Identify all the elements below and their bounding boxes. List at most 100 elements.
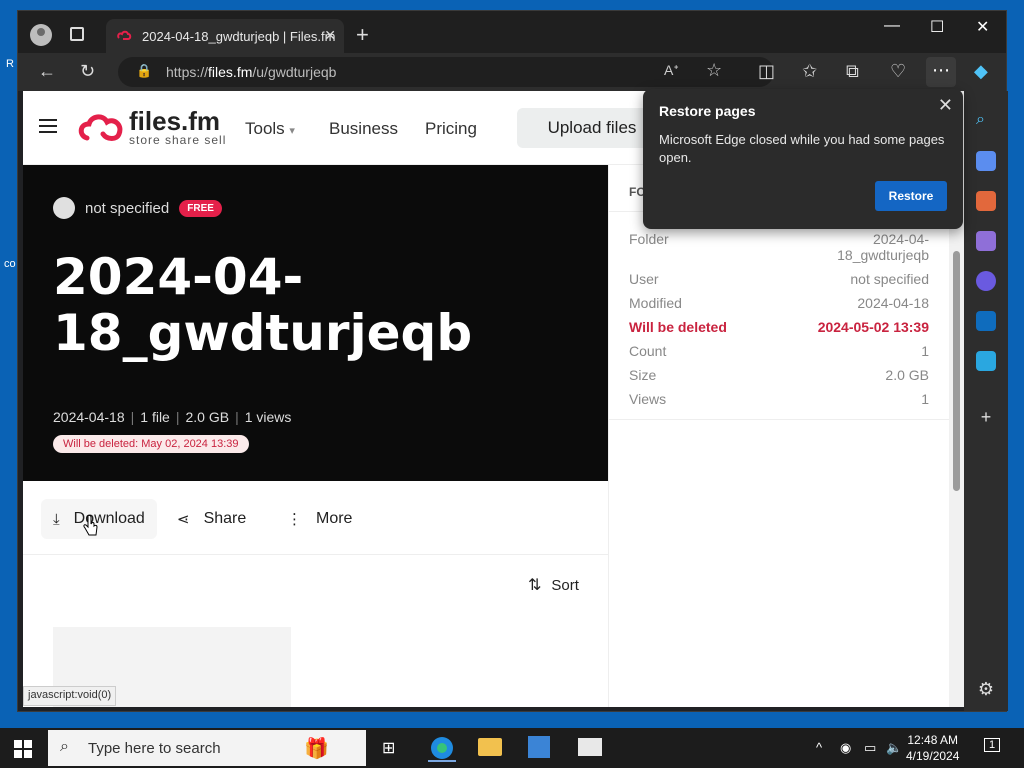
add-icon[interactable]: + [976,407,996,427]
search-icon: ⌕ [60,738,69,755]
active-tab[interactable]: 2024-04-18_gwdturjeqb | Files.fm ✕ [106,19,344,53]
tab-actions-icon[interactable] [70,27,84,41]
mail-icon[interactable] [578,738,602,756]
volume-icon[interactable]: 🔈 [886,740,902,756]
meta-views: 1 views [244,409,292,425]
clock-time: 12:48 AM [907,733,959,747]
shopping-icon[interactable] [976,151,996,171]
sort-button[interactable]: ⇅ Sort [528,575,579,595]
logo-name: files.fm [129,106,221,136]
sort-label: Sort [551,576,579,594]
detail-value: 2024-04-18_gwdturjeqb [837,231,929,263]
hand-cursor-icon [83,515,98,536]
owner-name[interactable]: not specified [85,200,169,217]
detail-row-delete-date: Will be deleted 2024-05-02 13:39 [629,319,929,335]
restore-pages-popup: Restore pages ✕ Microsoft Edge closed wh… [643,89,963,229]
free-badge: FREE [179,199,222,217]
detail-value: 2024-04-18 [857,295,929,311]
detail-label: User [629,271,659,287]
drop-icon[interactable] [976,351,996,371]
split-screen-icon[interactable]: ◫ [758,61,775,82]
taskbar-search-box[interactable]: ⌕ Type here to search 🎁 [48,730,366,766]
folder-meta: 2024-04-18 | 1 file | 2.0 GB | 1 views [53,409,292,425]
collections-icon[interactable]: ⧉ [846,61,859,82]
tools-icon[interactable] [976,191,996,211]
search-placeholder: Type here to search [88,739,221,757]
read-aloud-icon[interactable]: Aᐩ [664,62,679,79]
detail-value: not specified [850,271,929,287]
settings-more-button[interactable]: ⋯ [926,57,956,87]
detail-label: Size [629,367,657,383]
minimize-icon[interactable]: — [884,17,900,35]
desktop-icon-label[interactable]: R [6,58,14,70]
detail-label: Folder [629,231,669,247]
new-tab-icon[interactable]: + [356,22,369,48]
detail-row-size: Size 2.0 GB [629,367,929,383]
files-fm-logo[interactable]: files.fm store share sell [77,106,226,147]
outlook-icon[interactable] [976,311,996,331]
divider [609,419,949,420]
close-tab-icon[interactable]: ✕ [324,27,336,44]
file-explorer-icon[interactable] [478,738,502,756]
nav-business[interactable]: Business [329,119,398,139]
store-icon[interactable] [528,736,550,758]
meta-files: 1 file [140,409,170,425]
scrollbar-thumb[interactable] [953,251,960,491]
nav-pricing[interactable]: Pricing [425,119,477,139]
windows-taskbar: ⌕ Type here to search 🎁 ⊞ ^ ◉ ▭ 🔈 12:48 … [0,728,1024,768]
more-label: More [316,510,353,527]
task-view-icon[interactable]: ⊞ [382,738,395,758]
windows-start-icon[interactable] [14,740,32,758]
maximize-icon[interactable]: ☐ [930,17,944,37]
browser-toolbar: ← ↻ 🔒 https://files.fm/u/gwdturjeqb Aᐩ ☆… [18,53,1006,91]
favorites-icon[interactable]: ✩ [802,61,817,82]
detail-row-count: Count 1 [629,343,929,359]
detail-row-folder: Folder 2024-04-18_gwdturjeqb [629,231,929,263]
profile-avatar[interactable] [30,24,52,46]
detail-label: Modified [629,295,682,311]
status-bar: javascript:void(0) [23,686,117,706]
close-popup-icon[interactable]: ✕ [938,95,953,116]
nav-tools[interactable]: Tools ▾ [245,119,295,139]
share-icon: ⋖ [177,511,190,528]
url-prefix: https:// [166,64,209,80]
back-icon[interactable]: ← [38,61,56,82]
clock-date: 4/19/2024 [906,749,960,763]
gear-icon[interactable]: ⚙ [976,679,996,699]
microsoft365-icon[interactable] [976,271,996,291]
restore-button[interactable]: Restore [875,181,947,211]
desktop-icon-label[interactable]: co [4,258,16,270]
close-window-icon[interactable]: ✕ [976,17,989,37]
browser-essentials-icon[interactable]: ♡ [890,61,906,82]
nav-tools-label: Tools [245,119,285,138]
refresh-icon[interactable]: ↻ [80,61,95,82]
network-icon[interactable]: ▭ [864,740,876,756]
detail-row-user: User not specified [629,271,929,287]
search-highlight-icon: 🎁 [304,738,329,760]
chevron-down-icon: ▾ [289,125,295,137]
detail-value: 2.0 GB [885,367,929,383]
edge-sidebar: ⌕ + ⚙ [964,91,1008,711]
popup-message: Microsoft Edge closed while you had some… [659,132,945,165]
notifications-icon[interactable]: 1 [984,738,1001,752]
detail-value: 1 [921,391,929,407]
sort-icon: ⇅ [528,577,542,594]
games-icon[interactable] [976,231,996,251]
copilot-icon[interactable]: ◆ [974,61,988,82]
meet-now-icon[interactable]: ◉ [840,740,851,756]
share-label: Share [203,510,247,527]
detail-label: Will be deleted [629,319,727,335]
search-icon[interactable]: ⌕ [976,111,996,131]
user-avatar [53,197,75,219]
share-button[interactable]: ⋖ Share [165,499,258,539]
chevron-up-icon[interactable]: ^ [816,740,822,755]
more-button[interactable]: ⋮ More [275,499,364,539]
tab-bar: 2024-04-18_gwdturjeqb | Files.fm ✕ + — ☐… [18,11,1006,53]
lock-icon[interactable]: 🔒 [136,63,152,79]
menu-icon[interactable] [39,119,57,133]
address-bar[interactable]: 🔒 https://files.fm/u/gwdturjeqb Aᐩ ☆ [118,57,774,87]
taskbar-clock[interactable]: 12:48 AM 4/19/2024 [906,732,959,764]
favorite-star-icon[interactable]: ☆ [706,60,722,81]
edge-taskbar-icon[interactable] [428,734,456,762]
folder-title: 2024-04-18_gwdturjeqb [53,248,473,362]
